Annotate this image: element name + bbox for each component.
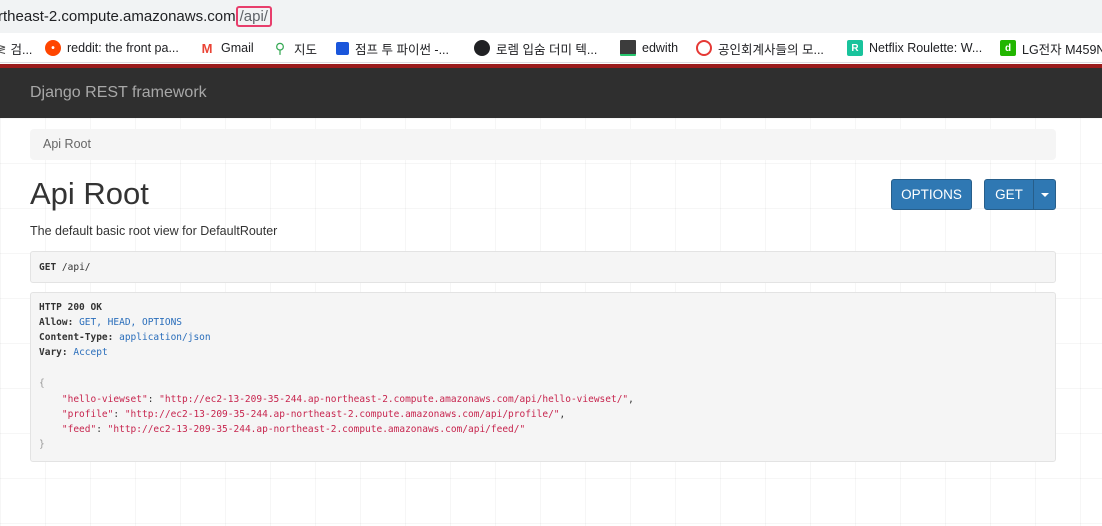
bookmark-label: reddit: the front pa... <box>67 41 179 55</box>
json-comma: , <box>559 409 566 420</box>
wikidocs-icon <box>336 41 349 55</box>
bookmark-label: Netflix Roulette: W... <box>869 41 983 55</box>
cpa-icon <box>696 40 712 56</box>
gmail-icon: M <box>201 40 213 56</box>
json-key: "profile" <box>61 409 114 420</box>
bookmark-cpa[interactable]: 공인회계사들의 모... <box>696 38 824 58</box>
get-button[interactable]: GET <box>984 179 1034 210</box>
bookmark-wikidocs[interactable]: 점프 투 파이썬 -... <box>336 38 449 58</box>
url-host: rtheast-2.compute.amazonaws.com <box>0 8 236 25</box>
json-key: "hello-viewset" <box>61 394 148 405</box>
bookmark-prefix: ≷ <box>0 41 6 56</box>
bookmark-label: edwith <box>642 41 679 55</box>
get-format-dropdown-button[interactable] <box>1033 179 1056 210</box>
bookmark-lg[interactable]: d LG전자 M459N <box>1000 38 1102 58</box>
header-name: Content-Type: <box>39 332 114 343</box>
header-value: GET, HEAD, OPTIONS <box>79 317 183 328</box>
json-comma: , <box>628 394 634 405</box>
bookmark-item[interactable]: ≷ 검... <box>0 38 32 58</box>
globe-icon <box>474 40 490 56</box>
navbar: Django REST framework <box>0 68 1102 118</box>
bookmark-lorem[interactable]: 로렘 입숨 더미 텍... <box>474 38 597 58</box>
bookmark-maps[interactable]: ⚲ 지도 <box>272 38 317 58</box>
response-info: HTTP 200 OK Allow: GET, HEAD, OPTIONS Co… <box>30 292 1056 462</box>
breadcrumb: Api Root <box>30 129 1056 160</box>
url-path-highlight: /api/ <box>235 6 272 27</box>
maps-pin-icon: ⚲ <box>274 39 286 56</box>
navbar-brand[interactable]: Django REST framework <box>30 84 207 102</box>
bookmark-reddit[interactable]: • reddit: the front pa... <box>45 38 179 58</box>
request-info: GET /api/ <box>30 251 1056 283</box>
json-link-profile[interactable]: "http://ec2-13-209-35-244.ap-northeast-2… <box>125 409 560 420</box>
json-close-brace: } <box>39 439 45 450</box>
bookmark-label: Gmail <box>221 41 254 55</box>
bookmark-label: 점프 투 파이썬 -... <box>355 42 450 57</box>
lg-d-icon: d <box>1000 40 1016 56</box>
breadcrumb-item-api-root[interactable]: Api Root <box>43 137 91 151</box>
header-value: Accept <box>73 347 108 358</box>
bookmarks-bar: ≷ 검... • reddit: the front pa... M Gmail… <box>0 33 1102 63</box>
url-text[interactable]: rtheast-2.compute.amazonaws.com/api/ <box>0 6 272 27</box>
bookmark-label: 검... <box>10 42 33 57</box>
json-link-hello-viewset[interactable]: "http://ec2-13-209-35-244.ap-northeast-2… <box>159 394 628 405</box>
reddit-icon: • <box>45 40 61 56</box>
header-name: Allow: <box>39 317 74 328</box>
bookmark-netflix-roulette[interactable]: R Netflix Roulette: W... <box>847 38 982 58</box>
options-button[interactable]: OPTIONS <box>891 179 972 210</box>
edwith-icon <box>620 40 636 56</box>
json-key: "feed" <box>61 424 97 435</box>
bookmark-edwith[interactable]: edwith <box>620 38 678 58</box>
bookmark-label: 공인회계사들의 모... <box>718 42 824 57</box>
response-status: HTTP 200 OK <box>39 302 102 313</box>
caret-down-icon <box>1040 192 1049 197</box>
request-method: GET <box>39 262 57 273</box>
page-title: Api Root <box>30 176 149 211</box>
bookmark-label: 지도 <box>294 42 318 57</box>
request-path: /api/ <box>61 262 91 273</box>
page-description: The default basic root view for DefaultR… <box>30 224 278 238</box>
bookmark-gmail[interactable]: M Gmail <box>199 38 254 58</box>
header-value: application/json <box>119 332 211 343</box>
json-link-feed[interactable]: "http://ec2-13-209-35-244.ap-northeast-2… <box>108 424 526 435</box>
netflix-roulette-icon: R <box>847 40 863 56</box>
header-name: Vary: <box>39 347 68 358</box>
address-bar[interactable]: rtheast-2.compute.amazonaws.com/api/ <box>0 0 1102 33</box>
bookmark-label: 로렘 입숨 더미 텍... <box>496 42 598 57</box>
bookmark-label: LG전자 M459N <box>1022 42 1102 57</box>
json-open-brace: { <box>39 378 45 389</box>
